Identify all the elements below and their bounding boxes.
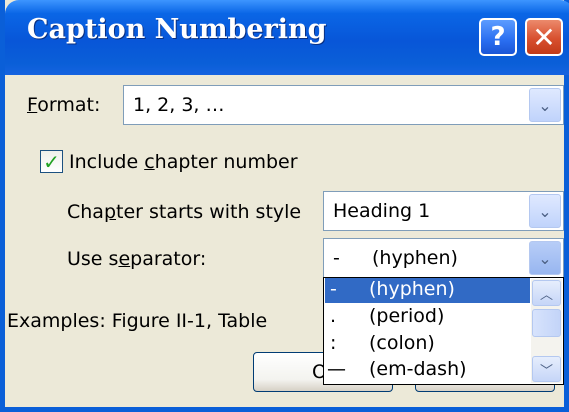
- checkmark-icon: ✓: [43, 149, 60, 174]
- chapter-style-value: Heading 1: [333, 200, 431, 222]
- separator-dropdown-arrow[interactable]: ⌄: [529, 241, 561, 275]
- help-icon: ?: [490, 22, 506, 52]
- separator-option-colon[interactable]: : (colon): [325, 332, 530, 357]
- include-chapter-label[interactable]: Include chapter number: [69, 151, 298, 173]
- separator-select[interactable]: - (hyphen) ⌄: [323, 238, 564, 278]
- title-bar[interactable]: Caption Numbering ? ✕: [5, 0, 569, 75]
- scroll-up-button[interactable]: ︿: [532, 280, 561, 306]
- format-select[interactable]: 1, 2, 3, … ⌄: [123, 85, 564, 125]
- close-button[interactable]: ✕: [525, 18, 563, 56]
- separator-option-period[interactable]: . (period): [325, 305, 530, 330]
- separator-dropdown-list: - (hyphen) . (period) : (colon) — (em-da…: [323, 277, 564, 385]
- chevron-down-icon: ﹀: [539, 363, 553, 379]
- separator-option-hyphen[interactable]: - (hyphen): [325, 278, 530, 303]
- format-value: 1, 2, 3, …: [133, 94, 225, 116]
- dialog-title: Caption Numbering: [27, 14, 327, 45]
- caption-numbering-dialog: Caption Numbering ? ✕ Format: 1, 2, 3, ……: [0, 0, 569, 412]
- examples-text: Figure II-1, Table: [111, 310, 268, 332]
- chapter-style-dropdown-arrow[interactable]: ⌄: [529, 194, 561, 228]
- dropdown-scrollbar[interactable]: ︿ ﹀: [531, 279, 562, 383]
- chapter-style-select[interactable]: Heading 1 ⌄: [323, 191, 564, 231]
- format-dropdown-arrow[interactable]: ⌄: [529, 88, 561, 122]
- scroll-thumb[interactable]: [532, 309, 561, 337]
- separator-label: Use separator:: [67, 248, 207, 270]
- separator-option-em-dash[interactable]: — (em-dash): [325, 358, 530, 383]
- close-icon: ✕: [532, 20, 556, 54]
- include-chapter-checkbox[interactable]: ✓: [40, 150, 63, 173]
- chevron-down-icon: ⌄: [538, 248, 552, 268]
- chevron-down-icon: ⌄: [538, 201, 552, 221]
- separator-value-text: (hyphen): [372, 247, 458, 269]
- format-label: Format:: [27, 94, 101, 116]
- chevron-up-icon: ︿: [539, 287, 553, 303]
- examples-label: Examples: Figure II-1, Table: [7, 310, 268, 332]
- chevron-down-icon: ⌄: [538, 95, 552, 115]
- help-button[interactable]: ?: [479, 18, 517, 56]
- chapter-style-label: Chapter starts with style: [67, 201, 302, 223]
- separator-value-symbol: -: [333, 247, 340, 269]
- scroll-down-button[interactable]: ﹀: [532, 356, 561, 382]
